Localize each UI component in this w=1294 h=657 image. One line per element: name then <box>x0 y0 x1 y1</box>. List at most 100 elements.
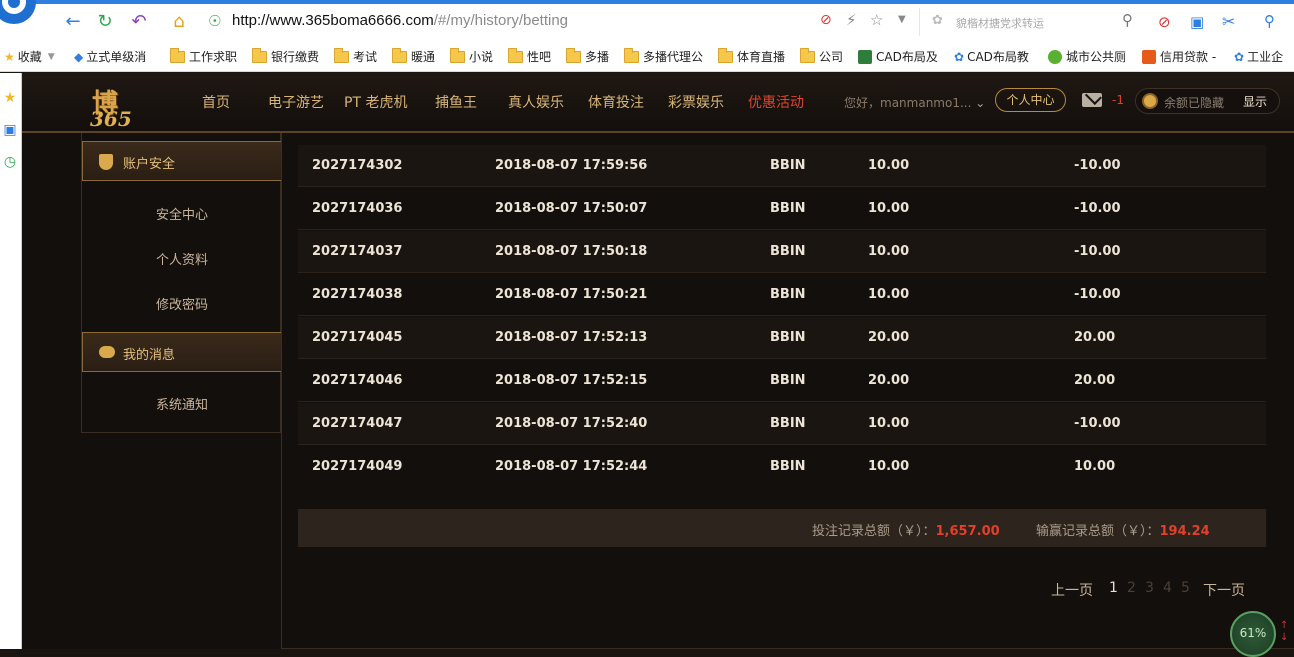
url-path: /#/my/history/betting <box>433 12 569 29</box>
nav-live-casino[interactable]: 真人娱乐 <box>508 92 564 112</box>
bet-platform: BBIN <box>770 201 806 216</box>
bet-time: 2018-08-07 17:52:13 <box>495 330 648 345</box>
nav-sports-betting[interactable]: 体育投注 <box>588 92 644 112</box>
balance-box: 余额已隐藏 显示 <box>1135 88 1280 114</box>
bookmark-folder[interactable]: 性吧 <box>508 48 551 65</box>
search-placeholder: 貌楷材搪党求转运 <box>956 17 1044 30</box>
undo-icon[interactable]: ↶ <box>128 11 150 33</box>
next-page-button[interactable]: 下一页 <box>1203 580 1245 600</box>
nav-fishing-king[interactable]: 捕鱼王 <box>435 92 477 112</box>
folder-icon <box>170 48 185 63</box>
folder-icon <box>252 48 267 63</box>
mail-icon[interactable] <box>1082 93 1102 107</box>
star-icon[interactable]: ☆ <box>870 11 883 29</box>
url-text[interactable]: http://www.365boma6666.com/#/my/history/… <box>232 12 568 29</box>
nav-electronic-games[interactable]: 电子游艺 <box>268 92 324 112</box>
page-number[interactable]: 3 <box>1145 580 1154 596</box>
betting-history-panel: 2027174302 2018-08-07 17:59:56 BBIN 10.0… <box>281 133 1294 649</box>
nav-promotions[interactable]: 优惠活动 <box>748 92 804 112</box>
folder-icon <box>800 48 815 63</box>
bet-amount: 20.00 <box>868 373 910 388</box>
logo-number: 365 <box>90 107 132 131</box>
user-center-button[interactable]: 个人中心 <box>995 88 1066 112</box>
nav-home[interactable]: 首页 <box>202 92 230 112</box>
nav-lottery[interactable]: 彩票娱乐 <box>668 92 724 112</box>
sidebar-section-label: 我的消息 <box>123 348 176 363</box>
bet-result: 10.00 <box>1074 459 1116 474</box>
folder-icon <box>566 48 581 63</box>
sidebar-item-change-password[interactable]: 修改密码 <box>82 294 282 313</box>
scissors-icon[interactable]: ✂ <box>1222 12 1235 31</box>
refresh-icon[interactable]: ↻ <box>94 11 116 33</box>
bet-amount: 10.00 <box>868 201 910 216</box>
bet-time: 2018-08-07 17:50:07 <box>495 201 648 216</box>
performance-badge[interactable]: 61% <box>1230 611 1276 657</box>
sidebar-section-messages[interactable]: 我的消息 <box>82 332 282 372</box>
cad-icon <box>858 50 872 64</box>
reader-icon[interactable]: ▣ <box>1 121 19 139</box>
bookmark-item[interactable]: 城市公共厕 <box>1048 49 1126 65</box>
favorites-star-icon[interactable]: ★ <box>1 89 19 107</box>
bookmark-folder[interactable]: 公司 <box>800 48 843 65</box>
address-bar[interactable]: ☉ http://www.365boma6666.com/#/my/histor… <box>202 8 920 36</box>
bet-id: 2027174037 <box>312 244 403 259</box>
history-clock-icon[interactable]: ◷ <box>1 153 19 171</box>
bookmark-item[interactable]: ✿ 工业企 <box>1234 49 1283 65</box>
page-number[interactable]: 5 <box>1181 580 1190 596</box>
bet-id: 2027174047 <box>312 416 403 431</box>
bookmark-item[interactable]: 信用贷款 - <box>1142 49 1216 65</box>
paw-icon: ✿ <box>954 50 965 64</box>
bookmark-favorites[interactable]: ★ 收藏 ▼ <box>4 49 55 65</box>
extension-icon[interactable]: ▣ <box>1190 13 1204 31</box>
blocked-icon[interactable]: ⊘ <box>820 12 832 28</box>
page-number[interactable]: 4 <box>1163 580 1172 596</box>
win-loss-total: 输赢记录总额（￥）：194.24 <box>1036 524 1210 539</box>
sidebar-item-security-center[interactable]: 安全中心 <box>82 204 282 223</box>
bookmark-folder[interactable]: 多播 <box>566 48 609 65</box>
bookmark-folder[interactable]: 银行缴费 <box>252 48 319 65</box>
site-logo[interactable]: 博 365 <box>84 77 174 131</box>
url-host: http://www.365boma6666.com <box>232 12 434 29</box>
bookmark-folder[interactable]: 小说 <box>450 48 493 65</box>
table-row: 2027174302 2018-08-07 17:59:56 BBIN 10.0… <box>298 145 1266 187</box>
search-box[interactable]: ✿ 貌楷材搪党求转运 ⚲ <box>926 8 1144 36</box>
bet-total: 投注记录总额（￥）：1,657.00 <box>812 524 1000 539</box>
table-row: 2027174037 2018-08-07 17:50:18 BBIN 10.0… <box>298 231 1266 273</box>
link-icon: ◆ <box>74 50 84 64</box>
page-number[interactable]: 2 <box>1127 580 1136 596</box>
loading-progress-bar <box>0 0 1294 4</box>
bet-result: -10.00 <box>1074 287 1121 302</box>
sidebar-item-profile[interactable]: 个人资料 <box>82 249 282 268</box>
scroll-arrows-icon[interactable]: ↑ ↓ <box>1280 620 1292 644</box>
home-icon[interactable]: ⌂ <box>168 11 190 33</box>
bet-platform: BBIN <box>770 416 806 431</box>
page-number-current[interactable]: 1 <box>1109 580 1118 596</box>
adblock-icon[interactable]: ⊘ <box>1158 13 1171 31</box>
lightning-icon[interactable]: ⚡ <box>846 11 857 29</box>
back-arrow-icon[interactable]: ← <box>62 11 84 33</box>
bookmark-folder[interactable]: 暖通 <box>392 48 435 65</box>
search-icon[interactable]: ⚲ <box>1122 11 1133 29</box>
sidebar-section-account-security[interactable]: 账户安全 <box>82 141 282 181</box>
bet-amount: 10.00 <box>868 158 910 173</box>
sidebar-item-system-notice[interactable]: 系统通知 <box>82 394 282 413</box>
paw-icon: ✿ <box>932 13 943 28</box>
prev-page-button[interactable]: 上一页 <box>1051 580 1093 600</box>
bookmark-item[interactable]: ✿ CAD布局教 <box>954 49 1029 65</box>
bookmark-folder[interactable]: 考试 <box>334 48 377 65</box>
bookmark-folder[interactable]: 多播代理公 <box>624 48 703 65</box>
show-balance-button[interactable]: 显示 <box>1243 93 1267 110</box>
bookmark-item[interactable]: ◆ 立式单级消 <box>74 49 146 65</box>
bookmark-folder[interactable]: 体育直播 <box>718 48 785 65</box>
bookmark-folder[interactable]: 工作求职 <box>170 48 237 65</box>
nav-pt-slots[interactable]: PT 老虎机 <box>344 92 407 112</box>
chevron-down-icon[interactable]: ▼ <box>898 14 906 25</box>
bet-time: 2018-08-07 17:52:44 <box>495 459 648 474</box>
browser-search-icon[interactable]: ⚲ <box>1264 12 1275 30</box>
bet-platform: BBIN <box>770 158 806 173</box>
folder-icon <box>450 48 465 63</box>
folder-icon <box>392 48 407 63</box>
bookmark-item[interactable]: CAD布局及 <box>858 49 938 65</box>
user-greeting[interactable]: 您好，manmanmo1... ⌄ <box>844 94 985 111</box>
browser-logo-icon <box>0 0 36 24</box>
